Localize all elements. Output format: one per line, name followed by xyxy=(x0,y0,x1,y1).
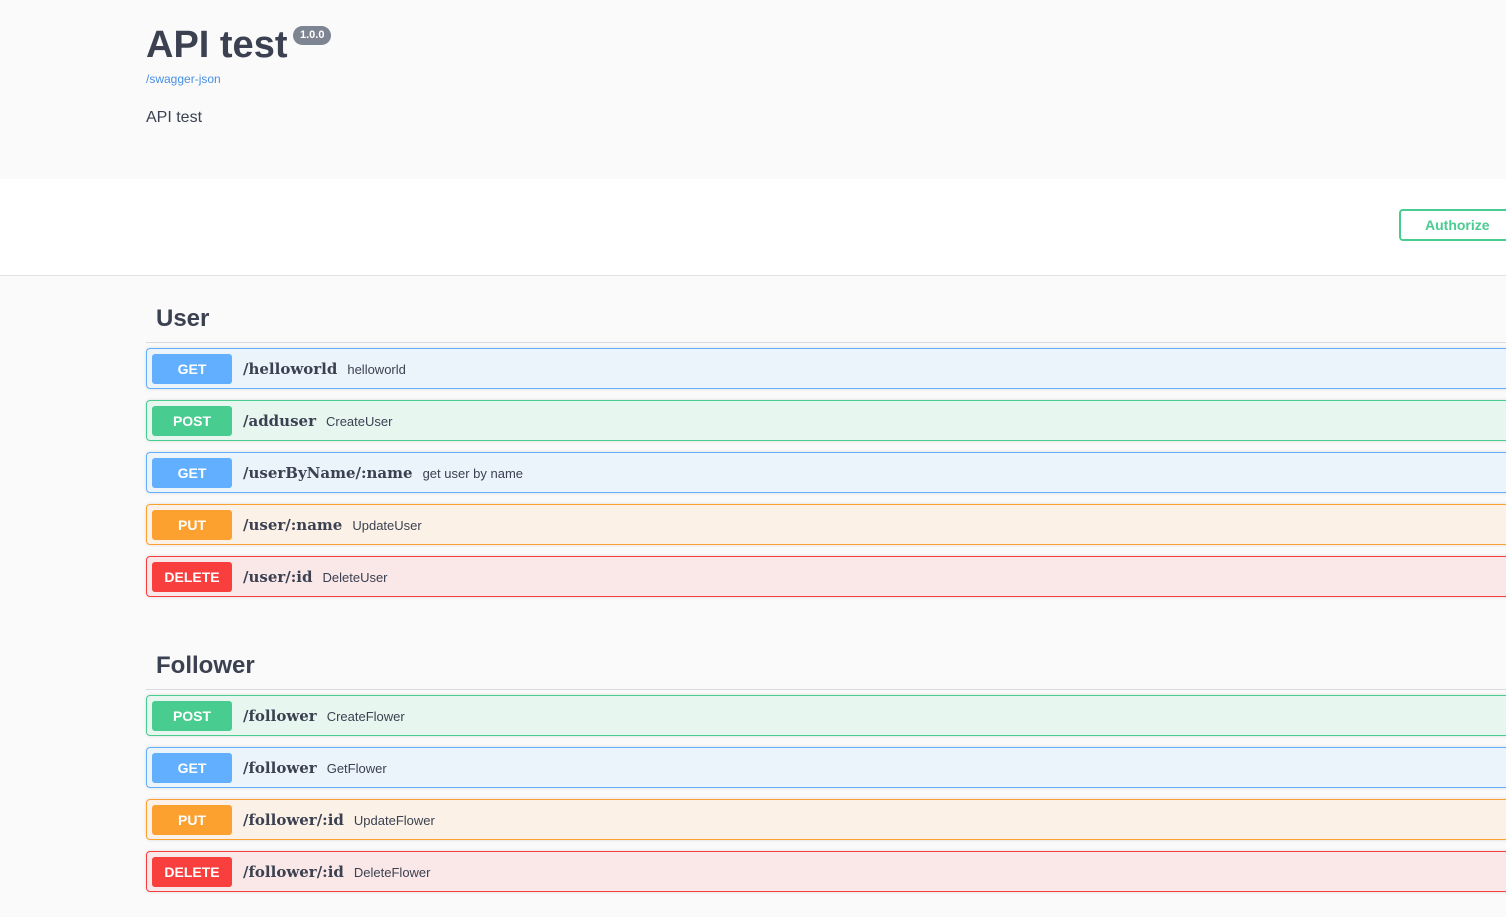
operation-path: /follower GetFlower xyxy=(243,748,387,789)
path-text: /user/:name xyxy=(243,516,343,534)
path-text: /follower/:id xyxy=(243,811,344,829)
operation-path: /user/:name UpdateUser xyxy=(243,505,422,546)
path-text: /helloworld xyxy=(243,360,338,378)
method-badge: GET xyxy=(152,753,232,783)
tag-section-follower: Follower POST /follower CreateFlower GET … xyxy=(146,643,1506,903)
operation-summary: get user by name xyxy=(422,466,524,481)
operation-path: /follower CreateFlower xyxy=(243,696,405,737)
operation-delete-follower[interactable]: DELETE /follower/:id DeleteFlower xyxy=(146,851,1506,892)
operation-path: /adduser CreateUser xyxy=(243,401,392,442)
operation-summary: DeleteFlower xyxy=(353,865,431,880)
method-badge: POST xyxy=(152,701,232,731)
info-section: API test 1.0.0 /swagger-json API test xyxy=(0,0,1506,179)
method-badge: PUT xyxy=(152,805,232,835)
operation-get-follower[interactable]: GET /follower GetFlower xyxy=(146,747,1506,788)
tag-header-user[interactable]: User xyxy=(146,296,1506,343)
path-text: /follower/:id xyxy=(243,863,344,881)
operation-summary: CreateUser xyxy=(325,414,393,429)
path-text: /follower xyxy=(243,759,317,777)
path-text: /adduser xyxy=(243,412,316,430)
operation-put-follower[interactable]: PUT /follower/:id UpdateFlower xyxy=(146,799,1506,840)
path-text: /userByName/:name xyxy=(243,464,413,482)
api-description: API test xyxy=(146,109,203,126)
operation-path: /userByName/:name get user by name xyxy=(243,453,523,494)
method-badge: DELETE xyxy=(152,857,232,887)
spec-link[interactable]: /swagger-json xyxy=(146,72,221,86)
version-badge: 1.0.0 xyxy=(293,26,332,45)
path-text: /follower xyxy=(243,707,317,725)
method-badge: POST xyxy=(152,406,232,436)
operation-put-user[interactable]: PUT /user/:name UpdateUser xyxy=(146,504,1506,545)
authorize-button[interactable]: Authorize xyxy=(1399,209,1506,241)
operation-summary: DeleteUser xyxy=(322,570,388,585)
operation-delete-user[interactable]: DELETE /user/:id DeleteUser xyxy=(146,556,1506,597)
method-badge: DELETE xyxy=(152,562,232,592)
operation-path: /helloworld helloworld xyxy=(243,349,406,390)
operation-path: /user/:id DeleteUser xyxy=(243,557,388,598)
method-badge: GET xyxy=(152,354,232,384)
path-text: /user/:id xyxy=(243,568,313,586)
operation-path: /follower/:id DeleteFlower xyxy=(243,852,431,893)
tag-section-user: User GET /helloworld helloworld POST /add… xyxy=(146,296,1506,608)
operation-post-adduser[interactable]: POST /adduser CreateUser xyxy=(146,400,1506,441)
page-title: API test xyxy=(146,24,288,66)
scheme-container: Authorize xyxy=(0,179,1506,276)
operation-get-userbyname[interactable]: GET /userByName/:name get user by name xyxy=(146,452,1506,493)
operation-summary: UpdateFlower xyxy=(353,813,435,828)
tag-header-follower[interactable]: Follower xyxy=(146,643,1506,690)
method-badge: GET xyxy=(152,458,232,488)
operation-summary: UpdateUser xyxy=(352,518,422,533)
operation-path: /follower/:id UpdateFlower xyxy=(243,800,435,841)
method-badge: PUT xyxy=(152,510,232,540)
operation-post-follower[interactable]: POST /follower CreateFlower xyxy=(146,695,1506,736)
operation-get-helloworld[interactable]: GET /helloworld helloworld xyxy=(146,348,1506,389)
operation-summary: CreateFlower xyxy=(326,709,405,724)
operation-summary: helloworld xyxy=(347,362,406,377)
operation-summary: GetFlower xyxy=(326,761,387,776)
